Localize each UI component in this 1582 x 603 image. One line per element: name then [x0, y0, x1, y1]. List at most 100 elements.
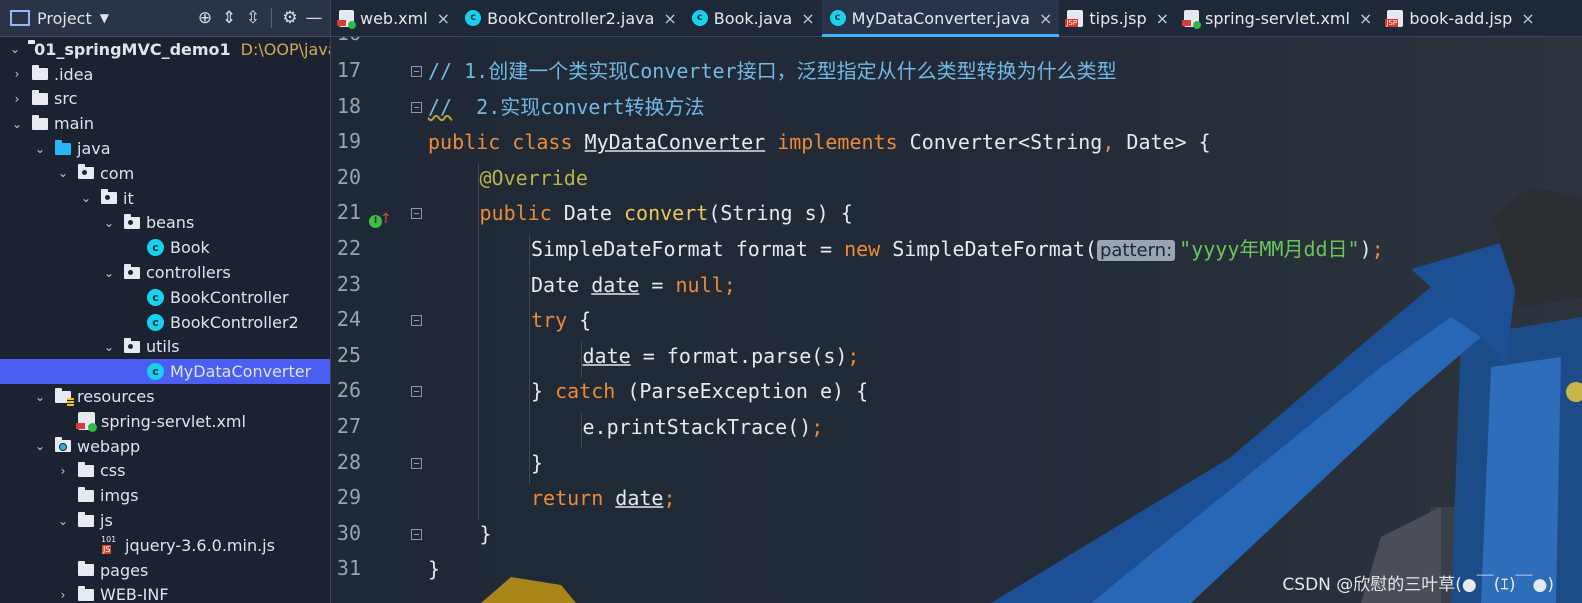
- fold-marker-icon[interactable]: [411, 528, 422, 540]
- fold-marker-icon[interactable]: [411, 66, 422, 77]
- target-icon[interactable]: ⊕: [193, 8, 217, 28]
- tree-item[interactable]: c BookController2: [0, 310, 330, 335]
- project-title[interactable]: Project: [37, 9, 92, 28]
- tree-item[interactable]: ⌄ webapp: [0, 434, 330, 459]
- chevron-down-icon[interactable]: ⌄: [56, 166, 70, 180]
- tree-item[interactable]: spring-servlet.xml: [0, 409, 330, 434]
- editor-tab[interactable]: c Book.java ×: [684, 0, 822, 37]
- code-line[interactable]: // 1.创建一个类实现Converter接口，泛型指定从什么类型转换为什么类型: [428, 53, 1117, 89]
- code-token: "yyyy年MM月dd日": [1179, 237, 1360, 261]
- tree-item[interactable]: › src: [0, 87, 330, 112]
- chevron-down-icon[interactable]: ⌄: [10, 42, 20, 56]
- view-dropdown-icon[interactable]: ▼: [100, 11, 109, 25]
- tree-item[interactable]: › WEB-INF: [0, 583, 330, 603]
- tree-item-label: WEB-INF: [100, 585, 169, 603]
- chevron-down-icon[interactable]: ⌄: [102, 340, 116, 354]
- indent-guide: [580, 413, 582, 449]
- chevron-right-icon[interactable]: ›: [56, 588, 70, 602]
- fold-marker-icon[interactable]: [411, 315, 422, 327]
- gear-icon[interactable]: ⚙: [278, 8, 302, 28]
- tree-item[interactable]: › css: [0, 459, 330, 484]
- code-line[interactable]: Date date = null;: [531, 267, 736, 303]
- code-line[interactable]: public class MyDataConverter implements …: [428, 124, 1211, 160]
- tree-item[interactable]: imgs: [0, 483, 330, 508]
- tree-item[interactable]: ⌄ com: [0, 161, 330, 186]
- close-icon[interactable]: ×: [1156, 9, 1169, 28]
- chevron-right-icon[interactable]: ›: [10, 67, 24, 81]
- tree-item[interactable]: c BookController: [0, 285, 330, 310]
- tree-item[interactable]: › .idea: [0, 62, 330, 87]
- tree-item[interactable]: 101 JS jquery-3.6.0.min.js: [0, 533, 330, 558]
- chevron-down-icon[interactable]: ⌄: [56, 514, 70, 528]
- close-icon[interactable]: ×: [801, 9, 814, 28]
- project-tool-window: Project ▼ ⊕ ⇕ ⇳ ⚙ — ⌄ 01_springMVC_demo1 D…: [0, 0, 331, 603]
- code-line[interactable]: @Override: [480, 160, 588, 196]
- close-icon[interactable]: ×: [663, 9, 676, 28]
- jsp-file-icon: [1065, 9, 1084, 27]
- code-token: date: [582, 343, 631, 368]
- chevron-down-icon[interactable]: ⌄: [33, 142, 47, 156]
- code-line[interactable]: }: [480, 516, 492, 552]
- tree-item[interactable]: ⌄ it: [0, 186, 330, 211]
- tree-item[interactable]: c MyDataConverter: [0, 359, 330, 385]
- tree-item[interactable]: c Book: [0, 235, 330, 260]
- tree-item[interactable]: ⌄ utils: [0, 335, 330, 360]
- code-line[interactable]: e.printStackTrace();: [583, 409, 824, 445]
- tree-item[interactable]: ⌄ java: [0, 136, 330, 161]
- close-icon[interactable]: ×: [1521, 9, 1534, 28]
- code-line[interactable]: } catch (ParseException e) {: [531, 373, 868, 409]
- chevron-down-icon[interactable]: ⌄: [33, 439, 47, 453]
- close-icon[interactable]: ×: [437, 9, 450, 28]
- tree-item[interactable]: ⌄ beans: [0, 211, 330, 236]
- code-token: MyDataConverter: [584, 130, 766, 155]
- editor-tab[interactable]: c MyDataConverter.java ×: [821, 0, 1060, 37]
- code-line[interactable]: return date;: [531, 480, 676, 516]
- chevron-right-icon[interactable]: ›: [10, 92, 24, 106]
- fold-marker-icon[interactable]: [411, 386, 422, 398]
- editor-tab[interactable]: c BookController2.java ×: [457, 0, 684, 37]
- tree-item[interactable]: ⌄ controllers: [0, 260, 330, 285]
- tree-item-label: js: [100, 511, 113, 531]
- close-icon[interactable]: ×: [1039, 9, 1052, 28]
- fold-marker-icon[interactable]: [411, 101, 422, 113]
- line-number: 17: [336, 58, 361, 82]
- code-line[interactable]: try {: [531, 302, 591, 338]
- chevron-down-icon[interactable]: ⌄: [102, 266, 116, 280]
- editor-tab[interactable]: spring-servlet.xml ×: [1176, 0, 1379, 37]
- chevron-down-icon[interactable]: ⌄: [10, 117, 24, 131]
- arrow-up-icon: ↑: [380, 211, 392, 227]
- code-line[interactable]: }: [428, 551, 440, 587]
- xml-file-icon: [76, 412, 97, 433]
- editor-tab[interactable]: web.xml ×: [331, 0, 457, 37]
- tree-item[interactable]: ⌄ js: [0, 508, 330, 533]
- chevron-right-icon[interactable]: ›: [56, 464, 70, 478]
- expand-all-icon[interactable]: ⇕: [217, 8, 241, 28]
- tree-item[interactable]: ⌄ 01_springMVC_demo1 D:\OOP\java\dev: [0, 37, 330, 62]
- tree-item[interactable]: ⌄ main: [0, 111, 330, 136]
- tree-item[interactable]: pages: [0, 558, 330, 583]
- chevron-down-icon[interactable]: ⌄: [79, 191, 93, 205]
- line-number: 16: [331, 37, 361, 45]
- code-editor[interactable]: 16 17 18 19 20 21 22 23 24 25 26 27 28 29 30 31 I↑ // …: [331, 37, 1582, 603]
- code-line[interactable]: SimpleDateFormat format = new SimpleDate…: [531, 231, 1384, 267]
- code-token: ,: [1102, 130, 1115, 155]
- implements-marker[interactable]: I ↑: [369, 208, 392, 228]
- chevron-down-icon[interactable]: ⌄: [33, 390, 47, 404]
- code-token: = format.parse(s): [630, 343, 848, 368]
- tree-item-label: BookController2: [170, 312, 299, 332]
- code-line[interactable]: // 2.实现convert转换方法: [428, 89, 705, 125]
- minimize-icon[interactable]: —: [302, 8, 326, 28]
- close-icon[interactable]: ×: [1359, 9, 1372, 28]
- class-icon: c: [691, 10, 708, 26]
- code-line[interactable]: public Date convert(String s) {: [480, 195, 853, 231]
- fold-marker-icon[interactable]: [411, 457, 422, 469]
- editor-tab[interactable]: book-add.jsp ×: [1379, 0, 1541, 37]
- code-line[interactable]: }: [531, 445, 543, 481]
- chevron-down-icon[interactable]: ⌄: [102, 216, 116, 230]
- collapse-all-icon[interactable]: ⇳: [241, 8, 265, 28]
- code-line[interactable]: date = format.parse(s);: [583, 338, 860, 374]
- project-view-icon[interactable]: [10, 10, 30, 26]
- tree-item[interactable]: ⌄ resources: [0, 384, 330, 409]
- fold-marker-icon[interactable]: [411, 208, 422, 220]
- editor-tab[interactable]: tips.jsp ×: [1059, 0, 1176, 37]
